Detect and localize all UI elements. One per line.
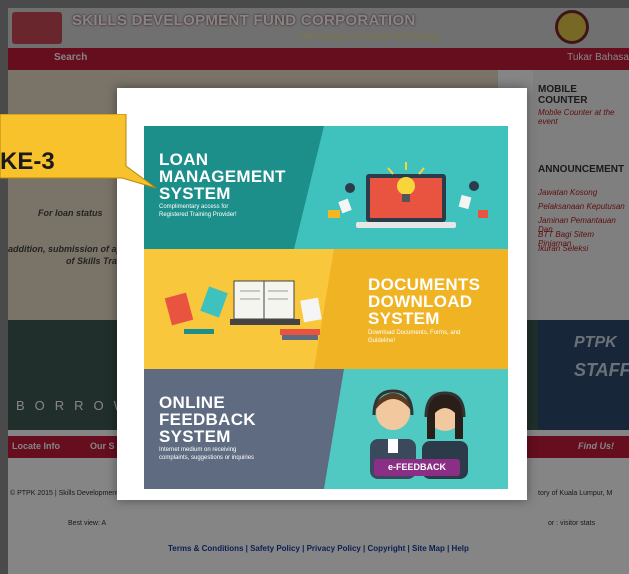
panel-title: DOCUMENTS DOWNLOAD SYSTEM xyxy=(368,275,481,328)
documents-download-panel[interactable]: DOCUMENTS DOWNLOAD SYSTEM Download Docum… xyxy=(144,249,508,369)
online-feedback-panel[interactable]: ONLINE FEEDBACK SYSTEM Internet medium o… xyxy=(144,369,508,489)
e-feedback-badge[interactable]: e-FEEDBACK xyxy=(374,459,460,476)
loan-management-panel[interactable]: LOAN MANAGEMENT SYSTEM Complimentary acc… xyxy=(144,126,508,249)
panel-subtitle: Download Documents, Forms, and Guideline… xyxy=(368,330,461,344)
callout-label: KE-3 xyxy=(0,148,55,175)
systems-modal: LOAN MANAGEMENT SYSTEM Complimentary acc… xyxy=(117,88,527,500)
laptop-lightbulb-icon xyxy=(328,162,488,228)
